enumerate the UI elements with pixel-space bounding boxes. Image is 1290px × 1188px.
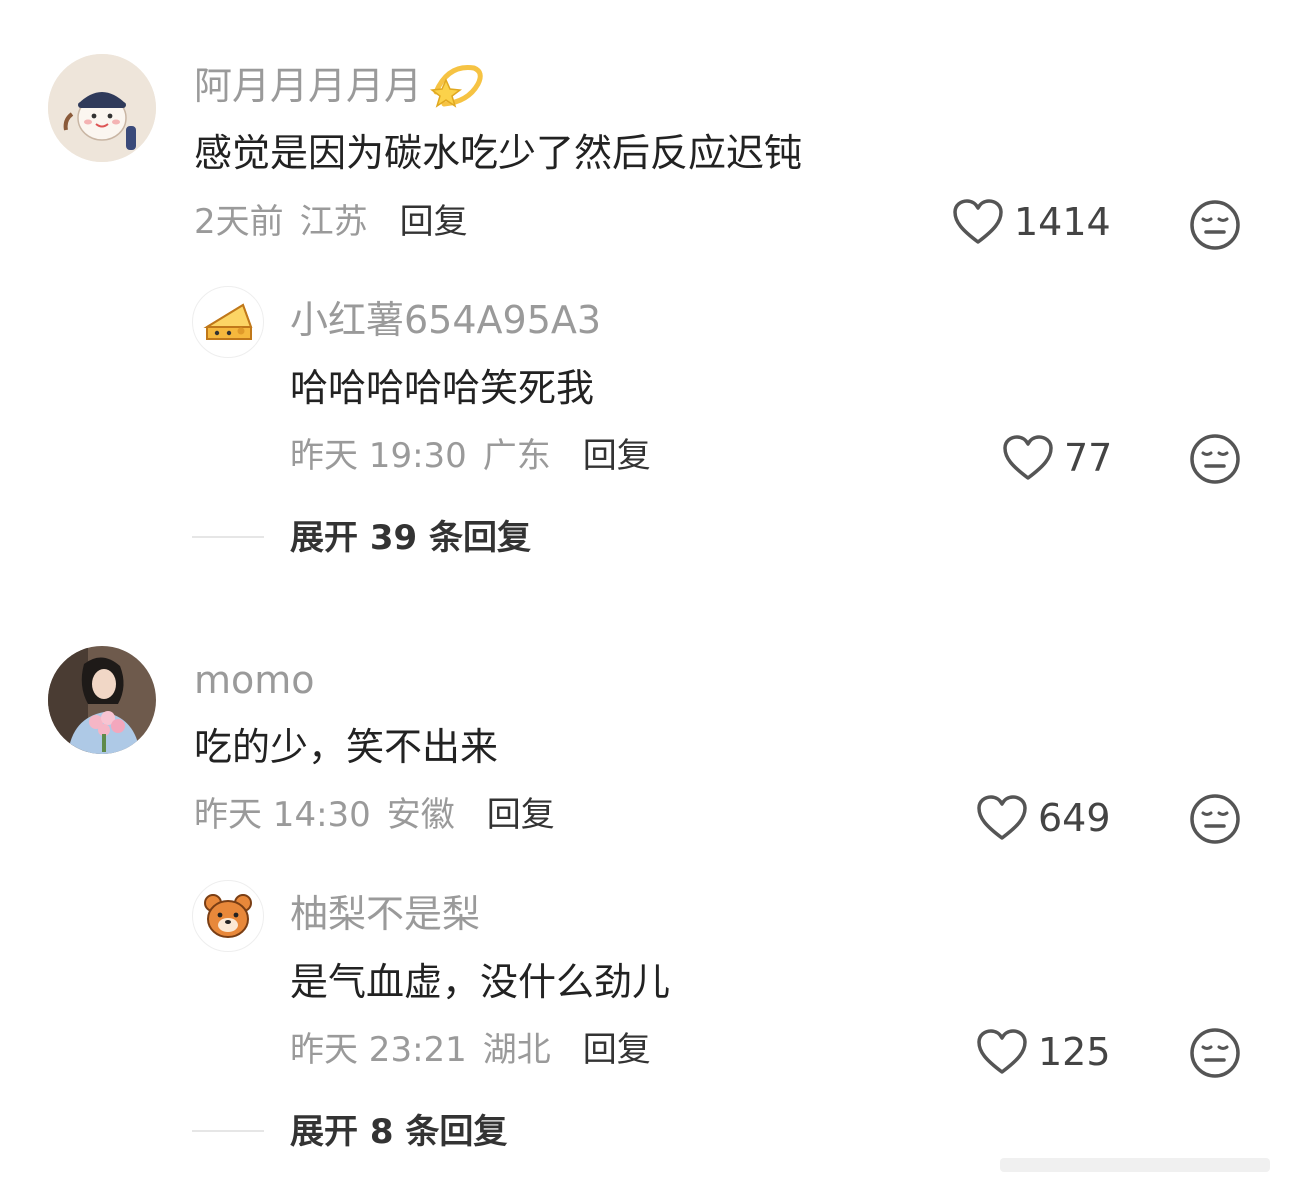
comment-location: 安徽: [386, 795, 455, 835]
dizzy-star-emoji-icon: [430, 65, 483, 108]
reply-location: 湖北: [482, 1030, 551, 1070]
comment-username[interactable]: 阿月月月月月: [194, 62, 422, 110]
reply-time: 昨天 19:30: [290, 436, 467, 476]
meh-face-icon: [1190, 434, 1240, 484]
avatar[interactable]: [48, 646, 156, 754]
heart-outline-icon: [977, 795, 1027, 840]
like-button[interactable]: 77: [1002, 434, 1112, 482]
reply-text: 是气血虚，没什么劲儿: [290, 960, 671, 1004]
watermark: [1000, 1158, 1270, 1172]
meh-face-icon: [1190, 1028, 1240, 1078]
like-count: 1414: [1014, 200, 1111, 244]
dislike-button[interactable]: [1188, 1026, 1242, 1084]
like-count: 125: [1038, 1030, 1111, 1074]
avatar[interactable]: [48, 54, 156, 162]
dislike-button[interactable]: [1188, 432, 1242, 490]
meh-face-icon: [1190, 794, 1240, 844]
heart-outline-icon: [977, 1029, 1027, 1074]
reply-button[interactable]: 回复: [400, 200, 468, 244]
meh-face-icon: [1190, 200, 1240, 250]
like-button[interactable]: 125: [976, 1028, 1111, 1076]
expand-divider: [192, 536, 264, 538]
comment-time: 2天前: [194, 202, 284, 242]
dislike-button[interactable]: [1188, 792, 1242, 850]
like-count: 649: [1038, 796, 1111, 840]
bear-avatar-icon: [204, 894, 252, 938]
reply-username[interactable]: 小红薯654A95A3: [290, 296, 601, 344]
cheese-avatar-icon: [203, 303, 253, 340]
like-count: 77: [1064, 436, 1113, 480]
reply-text: 哈哈哈哈哈笑死我: [290, 366, 595, 410]
reply-button[interactable]: 回复: [583, 1028, 651, 1072]
reply-avatar[interactable]: [192, 286, 264, 358]
heart-outline-icon: [1003, 435, 1053, 480]
reply-username[interactable]: 柚梨不是梨: [290, 890, 480, 938]
dislike-button[interactable]: [1188, 198, 1242, 256]
comment-text: 感觉是因为碳水吃少了然后反应迟钝: [194, 131, 803, 175]
comment-location: 江苏: [299, 202, 368, 242]
reply-button[interactable]: 回复: [583, 434, 651, 478]
comment-text: 吃的少，笑不出来: [194, 725, 499, 769]
like-button[interactable]: 1414: [952, 198, 1111, 246]
avatar-image: [48, 54, 156, 162]
expand-replies-button[interactable]: 展开 39 条回复: [290, 516, 531, 560]
reply-avatar[interactable]: [192, 880, 264, 952]
comment-time: 昨天 14:30: [194, 795, 371, 835]
comment-username[interactable]: momo: [194, 656, 315, 704]
expand-divider: [192, 1130, 264, 1132]
reply-button[interactable]: 回复: [487, 793, 555, 837]
reply-time: 昨天 23:21: [290, 1030, 467, 1070]
avatar-image: [48, 646, 156, 754]
heart-outline-icon: [953, 199, 1003, 244]
expand-replies-button[interactable]: 展开 8 条回复: [290, 1110, 507, 1154]
reply-location: 广东: [482, 436, 551, 476]
like-button[interactable]: 649: [976, 794, 1111, 842]
